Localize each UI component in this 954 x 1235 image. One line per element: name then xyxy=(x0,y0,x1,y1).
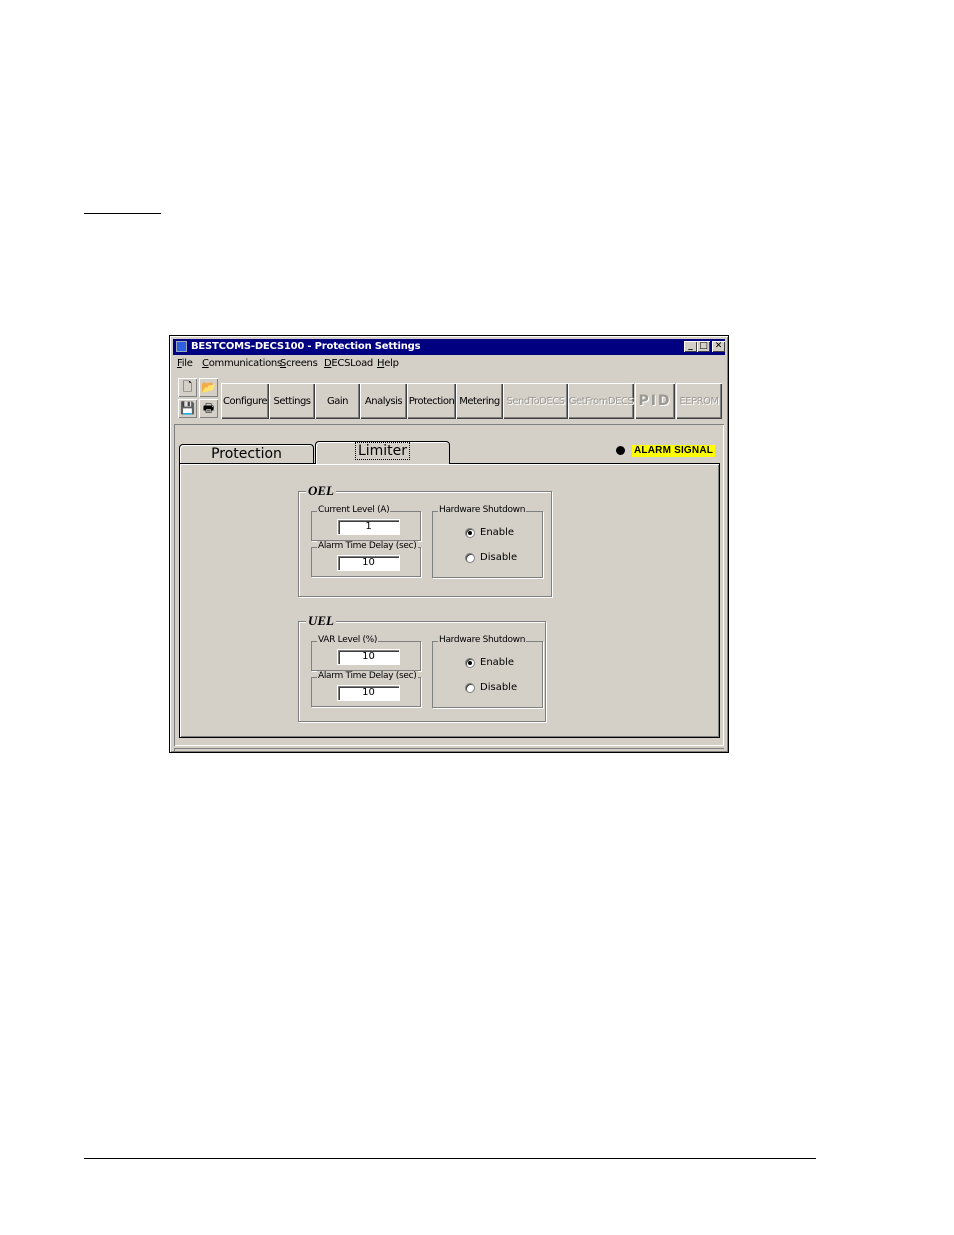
settings-button[interactable]: Settings xyxy=(269,383,315,419)
oel-delay-group: Alarm Time Delay (sec) 10 xyxy=(311,541,421,577)
analysis-button[interactable]: Analysis xyxy=(360,383,407,419)
menu-screens[interactable]: Screens xyxy=(280,358,318,369)
status-strip xyxy=(174,748,724,751)
title-bar[interactable]: BESTCOMS-DECS100 - Protection Settings _… xyxy=(173,339,725,355)
uel-disable-label: Disable xyxy=(480,682,518,693)
tab-limiter[interactable]: Limiter xyxy=(315,441,450,464)
uel-shutdown-group: Hardware Shutdown Enable Disable xyxy=(432,635,543,708)
oel-delay-label: Alarm Time Delay (sec) xyxy=(317,541,418,551)
toolbar: 🗋 📂 💾 🖶 Configure Settings Gain Analysis… xyxy=(173,373,725,421)
client-area: Protection Limiter ALARM SIGNAL OEL Curr… xyxy=(174,424,724,746)
uel-delay-input[interactable]: 10 xyxy=(337,685,400,701)
menu-decsload[interactable]: DECSLoad xyxy=(324,358,373,369)
print-icon[interactable]: 🖶 xyxy=(199,399,218,418)
tab-limiter-label: Limiter xyxy=(354,442,411,460)
uel-shutdown-label: Hardware Shutdown xyxy=(438,635,527,645)
radio-checked-icon xyxy=(465,658,475,668)
document-rule-bottom xyxy=(84,1158,816,1159)
close-button[interactable]: ✕ xyxy=(712,341,725,352)
window-title: BESTCOMS-DECS100 - Protection Settings xyxy=(191,341,421,352)
oel-delay-input[interactable]: 10 xyxy=(337,555,400,571)
pid-button[interactable]: PID xyxy=(635,383,675,419)
radio-unchecked-icon xyxy=(465,553,475,563)
menu-file[interactable]: File xyxy=(177,358,193,369)
menu-communications[interactable]: Communications xyxy=(202,358,282,369)
uel-enable-radio[interactable]: Enable xyxy=(465,657,565,671)
oel-group: OEL Current Level (A) 1 Alarm Time Delay… xyxy=(298,483,552,597)
radio-unchecked-icon xyxy=(465,683,475,693)
radio-checked-icon xyxy=(465,528,475,538)
uel-var-level-input[interactable]: 10 xyxy=(337,649,400,665)
uel-delay-group: Alarm Time Delay (sec) 10 xyxy=(311,671,421,707)
oel-enable-label: Enable xyxy=(480,527,515,538)
menu-bar: File Communications Screens DECSLoad Hel… xyxy=(173,356,725,371)
oel-disable-label: Disable xyxy=(480,552,518,563)
alarm-signal-label: ALARM SIGNAL xyxy=(632,445,716,457)
oel-shutdown-group: Hardware Shutdown Enable Disable xyxy=(432,505,543,578)
app-window: BESTCOMS-DECS100 - Protection Settings _… xyxy=(169,335,729,753)
oel-disable-radio[interactable]: Disable xyxy=(465,552,565,566)
app-icon xyxy=(176,341,187,352)
oel-current-level-input[interactable]: 1 xyxy=(337,519,400,535)
save-icon[interactable]: 💾 xyxy=(178,399,197,418)
oel-enable-radio[interactable]: Enable xyxy=(465,527,565,541)
uel-title: UEL xyxy=(306,613,336,629)
open-folder-icon[interactable]: 📂 xyxy=(199,378,218,397)
uel-disable-radio[interactable]: Disable xyxy=(465,682,565,696)
limiter-tab-panel: OEL Current Level (A) 1 Alarm Time Delay… xyxy=(179,463,720,738)
oel-current-level-label: Current Level (A) xyxy=(317,505,391,515)
menu-help[interactable]: Help xyxy=(377,358,399,369)
uel-group: UEL VAR Level (%) 10 Alarm Time Delay (s… xyxy=(298,613,546,722)
oel-shutdown-label: Hardware Shutdown xyxy=(438,505,527,515)
document-rule-top xyxy=(84,213,161,214)
uel-var-level-label: VAR Level (%) xyxy=(317,635,379,645)
alarm-indicator-icon xyxy=(616,446,625,455)
maximize-button[interactable]: □ xyxy=(697,341,710,352)
uel-enable-label: Enable xyxy=(480,657,515,668)
metering-button[interactable]: Metering xyxy=(456,383,503,419)
configure-button[interactable]: Configure xyxy=(221,383,269,419)
gain-button[interactable]: Gain xyxy=(315,383,360,419)
send-to-decs-button[interactable]: SendToDECS xyxy=(503,383,568,419)
uel-delay-label: Alarm Time Delay (sec) xyxy=(317,671,418,681)
get-from-decs-button[interactable]: GetFromDECS xyxy=(568,383,634,419)
new-file-icon[interactable]: 🗋 xyxy=(178,378,197,397)
minimize-button[interactable]: _ xyxy=(684,341,697,352)
oel-title: OEL xyxy=(306,483,336,499)
eeprom-button[interactable]: EEPROM xyxy=(676,383,722,419)
tab-protection[interactable]: Protection xyxy=(179,444,314,464)
oel-current-level-group: Current Level (A) 1 xyxy=(311,505,421,541)
protection-button[interactable]: Protection xyxy=(407,383,456,419)
uel-var-level-group: VAR Level (%) 10 xyxy=(311,635,421,671)
